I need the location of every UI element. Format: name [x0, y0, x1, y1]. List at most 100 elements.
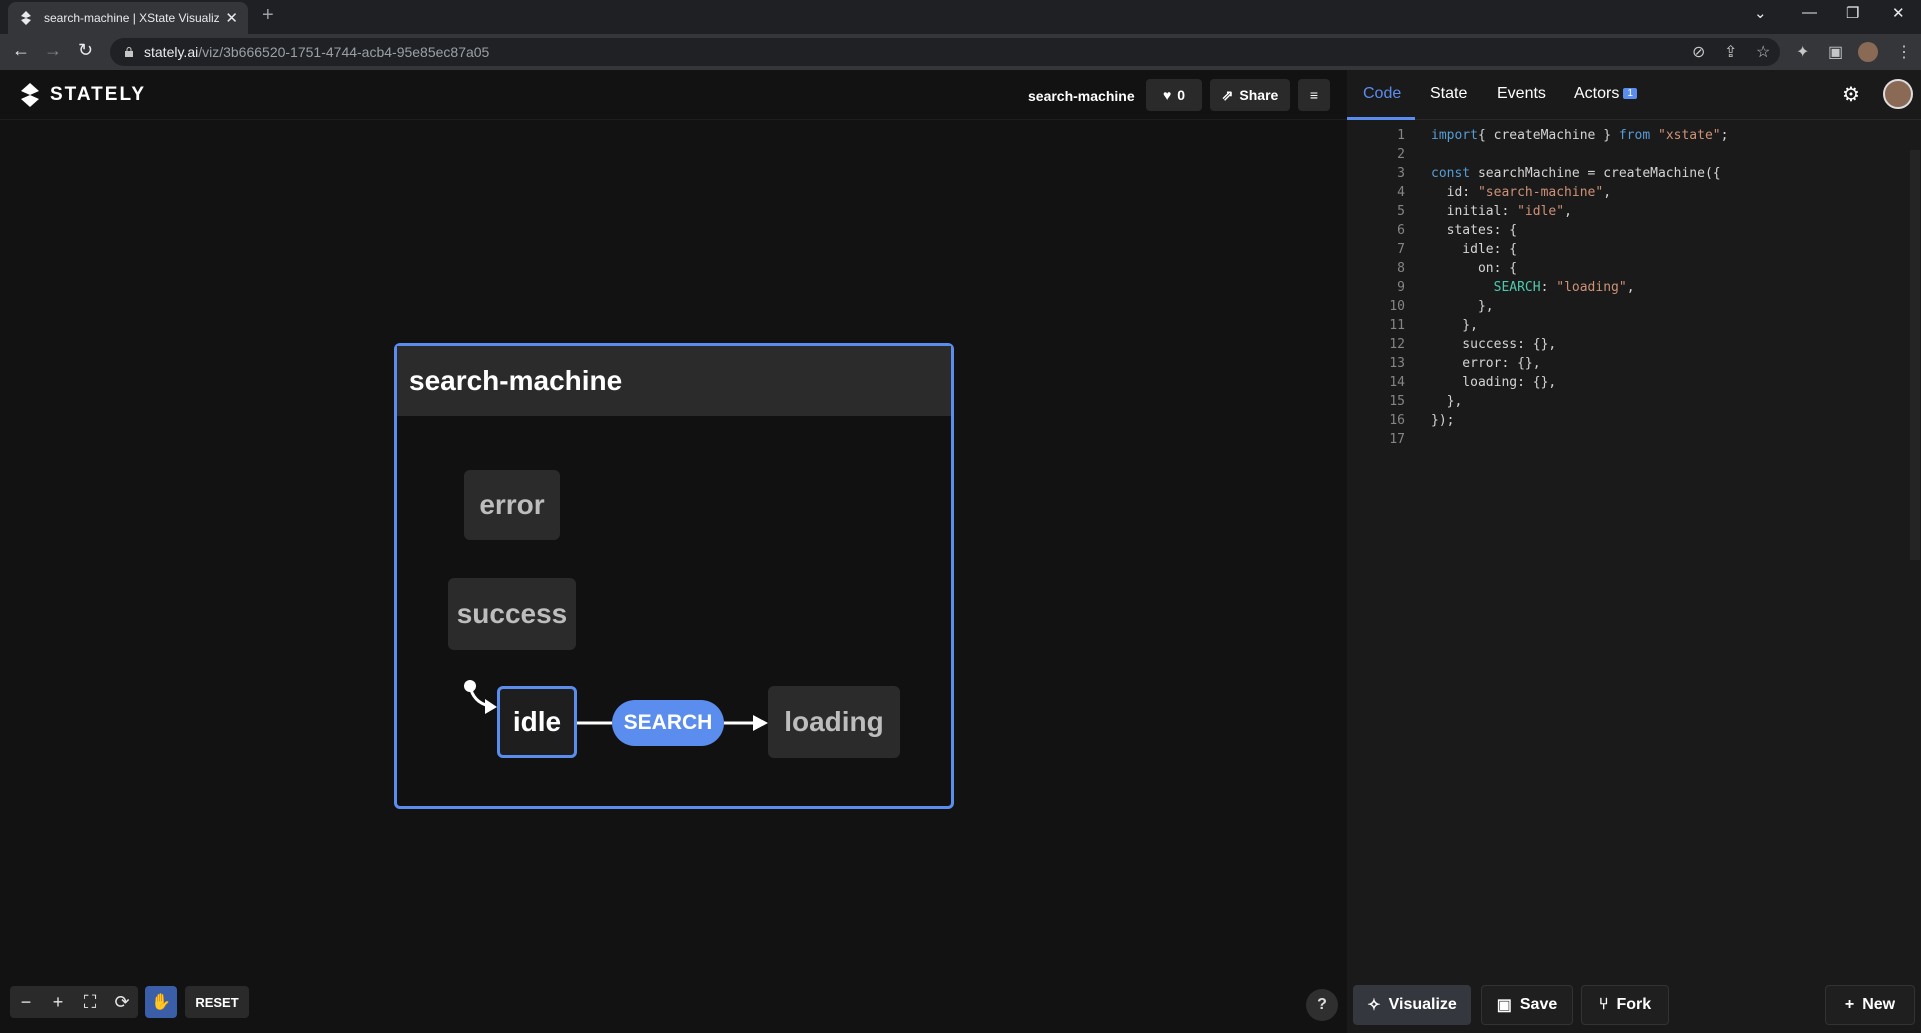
restore-icon[interactable]: ❐: [1846, 4, 1859, 22]
line-number: 2: [1397, 147, 1405, 162]
save-button[interactable]: ▣ Save: [1481, 985, 1573, 1025]
loading-arrowhead: [753, 715, 768, 731]
code-token: SEARCH: [1493, 280, 1541, 295]
code-token: ,: [1564, 204, 1572, 219]
line-number: 17: [1389, 432, 1405, 447]
browser-tab[interactable]: search-machine | XState Visualizer ✕: [8, 2, 248, 34]
line-number: 4: [1397, 185, 1405, 200]
code-token: "search-machine": [1477, 185, 1604, 200]
pan-hand-button[interactable]: ✋: [145, 986, 177, 1018]
back-icon[interactable]: ←: [12, 40, 30, 61]
code-line[interactable]: 10 },: [1347, 299, 1921, 318]
close-tab-icon[interactable]: ✕: [225, 9, 238, 27]
line-number: 14: [1389, 375, 1405, 390]
editor-scrollbar[interactable]: [1910, 150, 1920, 560]
tab-code[interactable]: Code: [1363, 85, 1401, 103]
line-code: },: [1431, 318, 1478, 337]
machine-node[interactable]: search-machine error success idle SEARCH…: [394, 343, 954, 809]
tab-actors[interactable]: Actors 1: [1574, 85, 1637, 103]
code-line[interactable]: 5 initial: "idle",: [1347, 204, 1921, 223]
code-line[interactable]: 7 idle: {: [1347, 242, 1921, 261]
code-editor[interactable]: 1 import{ createMachine } from "xstate"; 2…: [1347, 120, 1921, 975]
code-line[interactable]: 11 },: [1347, 318, 1921, 337]
profile-avatar[interactable]: [1858, 42, 1878, 62]
bookmark-star-icon[interactable]: ☆: [1756, 42, 1770, 62]
app-header: STATELY search-machine ♥ 0 ⇗ Share ≡: [0, 70, 1347, 120]
user-avatar[interactable]: [1883, 79, 1913, 109]
tab-events[interactable]: Events: [1497, 85, 1546, 103]
new-tab-icon[interactable]: +: [262, 4, 274, 27]
code-token: },: [1431, 318, 1478, 333]
stately-logo[interactable]: STATELY: [18, 82, 146, 108]
reload-icon[interactable]: ↻: [78, 40, 93, 61]
code-token: id:: [1431, 185, 1478, 200]
line-number: 10: [1389, 299, 1405, 314]
side-panel-icon[interactable]: ▣: [1828, 42, 1843, 62]
menu-button[interactable]: ≡: [1298, 79, 1330, 111]
code-token: import: [1431, 128, 1478, 143]
browser-menu-icon[interactable]: ⋮: [1896, 42, 1912, 62]
code-token: },: [1431, 299, 1494, 314]
fork-button[interactable]: ⑂ Fork: [1581, 985, 1669, 1025]
new-button[interactable]: + New: [1825, 985, 1915, 1025]
code-line[interactable]: 9 SEARCH: "loading",: [1347, 280, 1921, 299]
rotate-icon[interactable]: ⟳: [106, 992, 138, 1013]
tracking-off-icon[interactable]: ⊘: [1692, 42, 1705, 62]
line-code: on: {: [1431, 261, 1517, 280]
code-line[interactable]: 6 states: {: [1347, 223, 1921, 242]
line-code: success: {},: [1431, 337, 1556, 356]
reset-button[interactable]: RESET: [185, 986, 249, 1018]
code-line[interactable]: 2: [1347, 147, 1921, 166]
visualize-button[interactable]: ✧ Visualize: [1353, 985, 1471, 1025]
forward-icon[interactable]: →: [44, 40, 62, 61]
fork-label: Fork: [1616, 996, 1652, 1013]
code-line[interactable]: 8 on: {: [1347, 261, 1921, 280]
code-line[interactable]: 14 loading: {},: [1347, 375, 1921, 394]
side-panel: Code State Events Actors 1 ⚙ 1 import{ cre…: [1347, 70, 1921, 1033]
code-token: searchMachine = createMachine({: [1470, 166, 1721, 181]
help-button[interactable]: ?: [1306, 989, 1338, 1021]
code-token: });: [1431, 413, 1455, 428]
transition-edges: [464, 680, 768, 731]
code-token: loading: {},: [1431, 375, 1557, 390]
tab-state[interactable]: State: [1430, 85, 1467, 103]
code-line[interactable]: 17: [1347, 432, 1921, 451]
lock-icon: [125, 47, 133, 57]
logo-text: STATELY: [50, 84, 146, 105]
address-bar[interactable]: stately.ai/viz/3b666520-1751-4744-acb4-9…: [110, 38, 1780, 66]
url-host: stately.ai: [144, 44, 199, 60]
code-line[interactable]: 4 id: "search-machine",: [1347, 185, 1921, 204]
panel-footer: ✧ Visualize ▣ Save ⑂ Fork + New: [1347, 975, 1921, 1033]
settings-gear-icon[interactable]: ⚙: [1842, 82, 1860, 107]
new-label: New: [1862, 996, 1896, 1013]
tab-search-icon[interactable]: ⌄: [1754, 4, 1767, 22]
minimize-icon[interactable]: —: [1802, 4, 1817, 21]
code-line[interactable]: 13 error: {},: [1347, 356, 1921, 375]
line-code: id: "search-machine",: [1431, 185, 1611, 204]
code-token: initial:: [1431, 204, 1518, 219]
code-line[interactable]: 12 success: {},: [1347, 337, 1921, 356]
zoom-in-icon[interactable]: +: [42, 992, 74, 1013]
code-line[interactable]: 16});: [1347, 413, 1921, 432]
like-button[interactable]: ♥ 0: [1146, 79, 1202, 111]
code-line[interactable]: 15 },: [1347, 394, 1921, 413]
fit-view-icon[interactable]: ⛶: [74, 992, 106, 1013]
zoom-out-icon[interactable]: −: [10, 992, 42, 1013]
extensions-icon[interactable]: ✦: [1796, 42, 1809, 62]
code-token: idle: {: [1431, 242, 1518, 257]
close-window-icon[interactable]: ✕: [1892, 4, 1905, 22]
share-page-icon[interactable]: ⇪: [1724, 42, 1737, 62]
save-icon: ▣: [1496, 997, 1512, 1014]
browser-tab-title: search-machine | XState Visualizer: [44, 11, 220, 25]
line-code: });: [1431, 413, 1454, 432]
share-button[interactable]: ⇗ Share: [1210, 79, 1290, 111]
diagram-canvas[interactable]: search-machine error success idle SEARCH…: [0, 120, 1347, 1033]
line-code: initial: "idle",: [1431, 204, 1572, 223]
line-number: 7: [1397, 242, 1405, 257]
save-label: Save: [1519, 996, 1558, 1013]
line-number: 16: [1389, 413, 1405, 428]
code-line[interactable]: 3 const searchMachine = createMachine({: [1347, 166, 1921, 185]
code-token: ,: [1626, 280, 1635, 295]
code-line[interactable]: 1 import{ createMachine } from "xstate";: [1347, 128, 1921, 147]
